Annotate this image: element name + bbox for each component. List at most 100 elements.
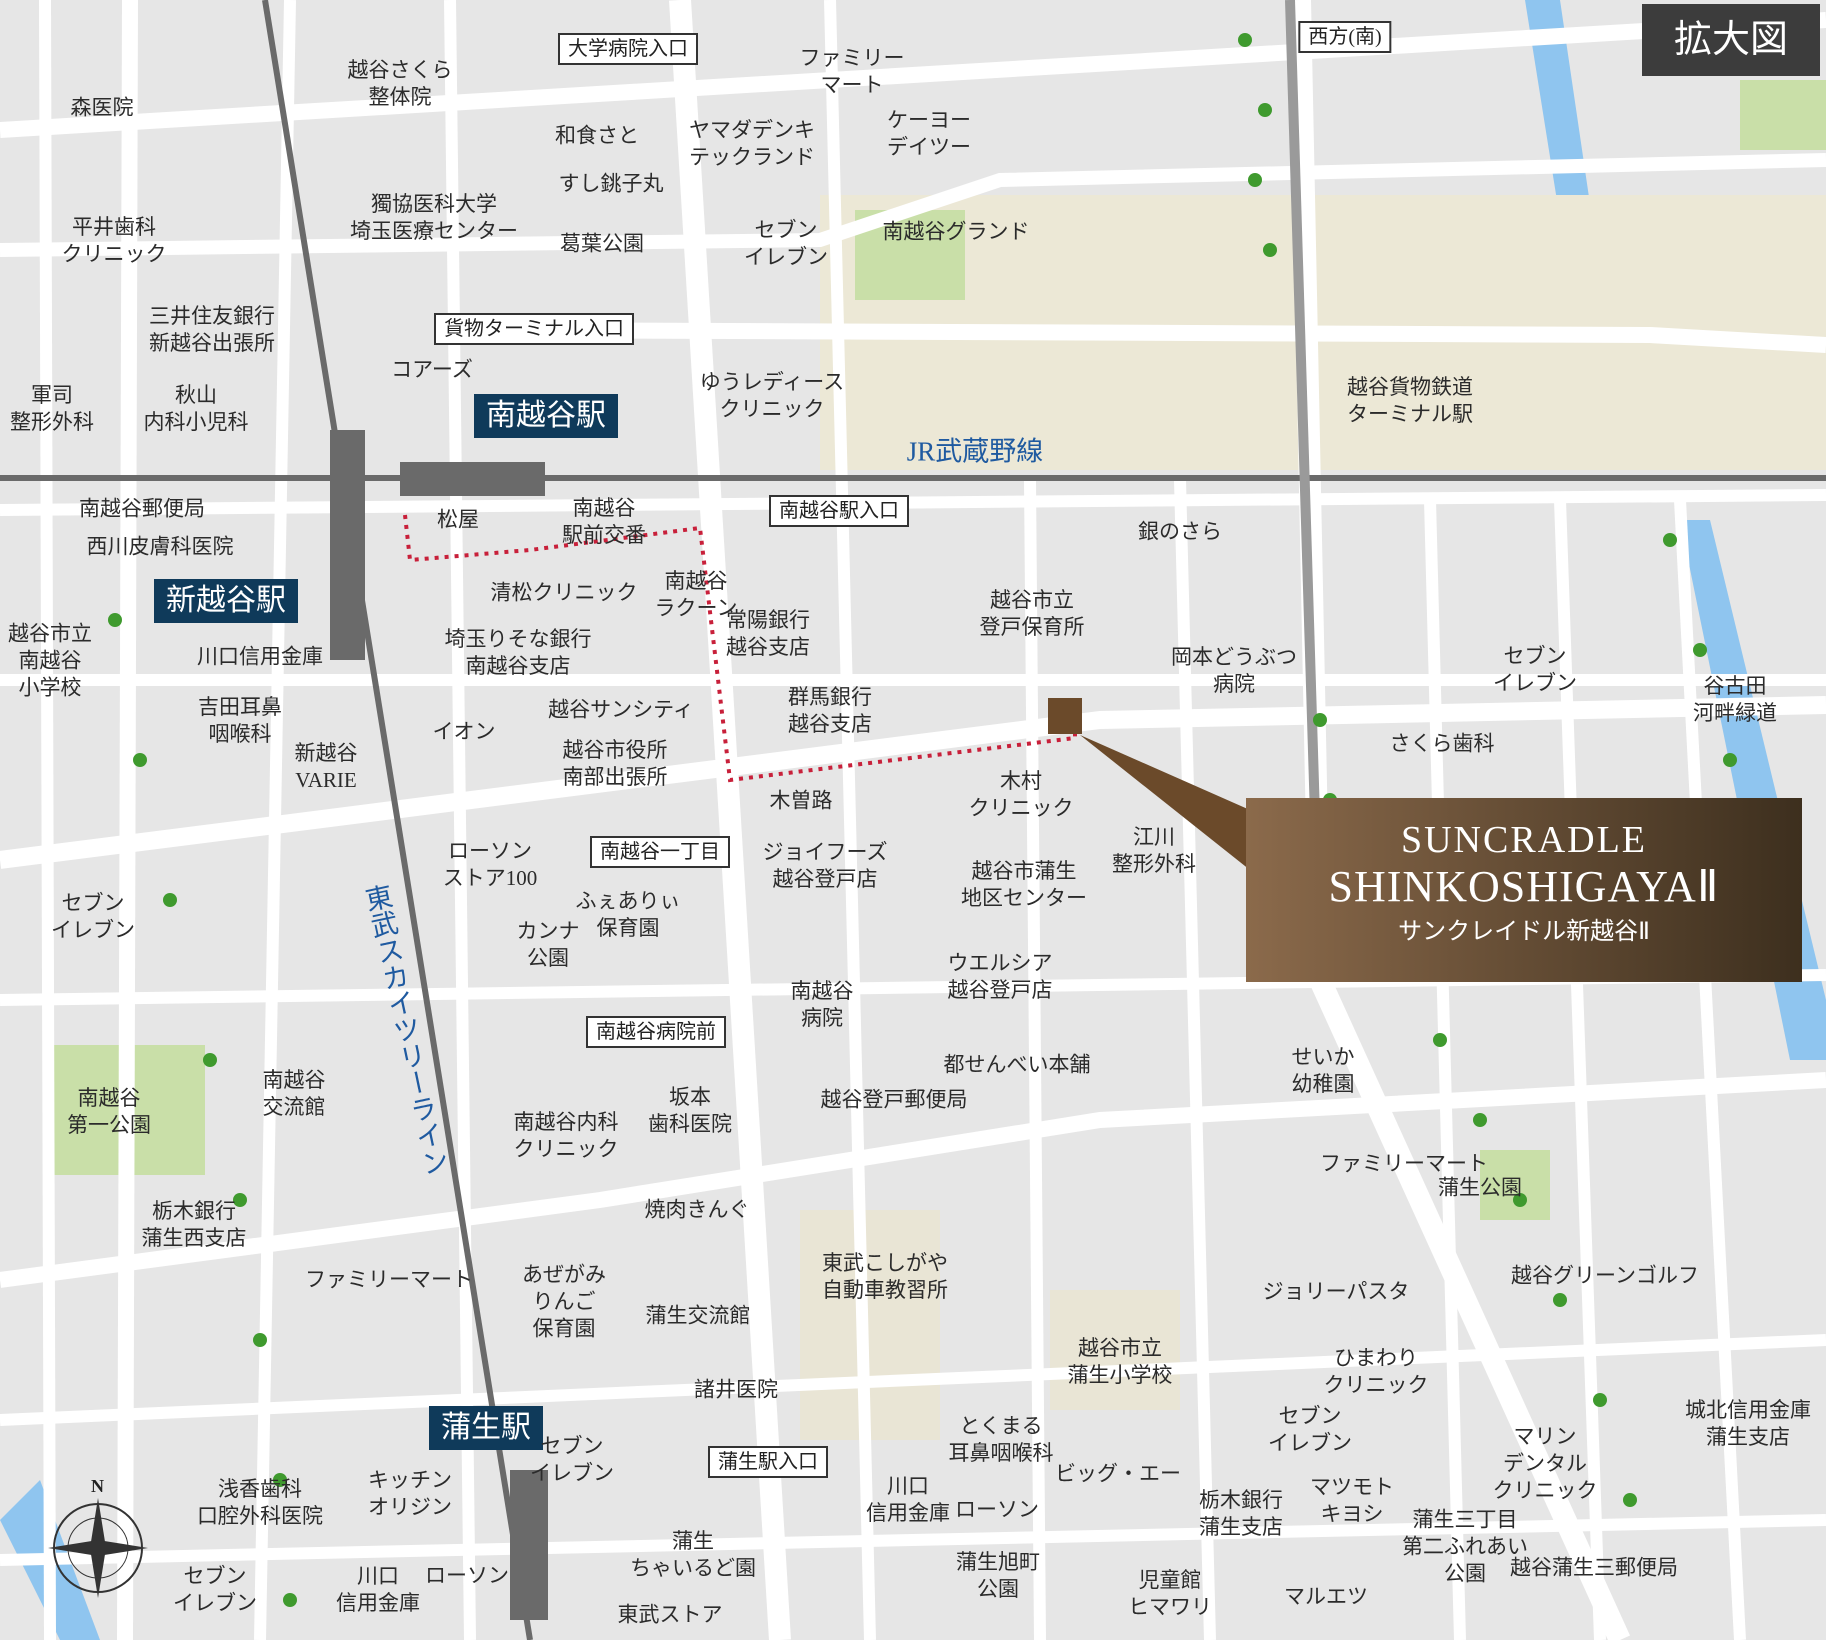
place-label: 蒲生公園 — [1438, 1175, 1522, 1200]
place-label: セブン イレブン — [51, 891, 135, 942]
place-label: マルエツ — [1284, 1584, 1368, 1609]
place-label: 南越谷 交流館 — [262, 1068, 326, 1119]
place-label: 越谷サンシティ — [548, 697, 694, 722]
park-northeast — [1740, 80, 1826, 150]
place-label: 越谷市立 南越谷 小学校 — [8, 621, 92, 700]
place-label: 南越谷内科 クリニック — [513, 1110, 619, 1161]
place-label: 都せんべい本舗 — [943, 1052, 1091, 1077]
place-label: 川口 信用金庫 — [866, 1474, 950, 1525]
place-label: 越谷さくら 整体院 — [347, 58, 453, 109]
compass-north-label: N — [91, 1476, 104, 1496]
place-label: ファミリーマート — [1320, 1151, 1488, 1176]
place-label: 江川 整形外科 — [1112, 825, 1196, 876]
place-label: セブン イレブン — [1268, 1404, 1352, 1455]
place-label: ジョイフーズ 越谷登戸店 — [762, 840, 888, 891]
place-label: 森医院 — [70, 95, 134, 120]
place-label: 越谷蒲生三郵便局 — [1510, 1555, 1678, 1580]
place-label: 岡本どうぶつ 病院 — [1171, 645, 1297, 696]
place-label: セブン イレブン — [744, 218, 828, 269]
place-label: 栃木銀行 蒲生西支店 — [141, 1199, 247, 1250]
place-label: マリン デンタル クリニック — [1492, 1424, 1598, 1503]
place-label: 獨協医科大学 埼玉医療センター — [350, 192, 518, 243]
property-marker — [1048, 698, 1082, 734]
place-label: マツモト キヨシ — [1310, 1475, 1394, 1526]
place-label: セブン イレブン — [530, 1434, 614, 1485]
place-label: ジョリーパスタ — [1262, 1279, 1410, 1304]
minami-koshigaya-platform — [400, 462, 545, 496]
place-label: セブン イレブン — [1493, 644, 1577, 695]
place-label: 蒲生交流館 — [645, 1303, 751, 1328]
place-label: 谷古田 河畔緑道 — [1693, 674, 1777, 725]
place-label: ウエルシア 越谷登戸店 — [947, 951, 1053, 1002]
place-label: ふぇありぃ 保育園 — [575, 889, 681, 940]
place-label: ローソン — [955, 1497, 1039, 1522]
place-label: 越谷市蒲生 地区センター — [961, 859, 1087, 910]
place-label: 越谷登戸郵便局 — [820, 1087, 968, 1112]
place-label: 浅香歯科 口腔外科医院 — [197, 1477, 323, 1528]
place-label: ローソン — [425, 1563, 509, 1588]
place-label: 銀のさら — [1138, 519, 1222, 544]
station-gamo: 蒲生駅 — [429, 1406, 543, 1450]
place-label: ゆうレディース クリニック — [699, 370, 845, 421]
place-label: 三井住友銀行 新越谷出張所 — [149, 304, 275, 355]
intersection-label: 南越谷一丁目 — [590, 836, 730, 868]
place-label: キッチン オリジン — [368, 1468, 452, 1519]
place-label: すし銚子丸 — [558, 171, 664, 196]
property-name-en-line2: SHINKOSHIGAYAⅡ — [1328, 862, 1720, 911]
intersection-label: 貨物ターミナル入口 — [434, 313, 634, 345]
place-label: 焼肉きんぐ — [644, 1197, 750, 1222]
place-label: コアーズ — [391, 357, 473, 382]
place-label: ビッグ・エー — [1055, 1461, 1181, 1486]
place-label: イオン — [432, 719, 496, 744]
place-label: 城北信用金庫 蒲生支店 — [1685, 1398, 1811, 1449]
place-label: カンナ 公園 — [516, 919, 580, 970]
intersection-label: 蒲生駅入口 — [708, 1446, 828, 1478]
intersection-label: 南越谷病院前 — [586, 1016, 726, 1048]
place-label: 清松クリニック — [490, 580, 638, 605]
line-jr-musashino: JR武蔵野線 — [906, 436, 1044, 467]
place-label: 西川皮膚科医院 — [86, 534, 234, 559]
place-label: 越谷市立 蒲生小学校 — [1067, 1336, 1173, 1387]
place-label: 平井歯科 クリニック — [61, 215, 167, 266]
place-label: とくまる 耳鼻咽喉科 — [948, 1414, 1054, 1465]
property-name-ja: サンクレイドル新越谷Ⅱ — [1398, 919, 1650, 945]
place-label: 南越谷 病院 — [790, 979, 854, 1030]
map-canvas: 拡大図 SUNCRADLE SHINKOSHIGAYAⅡ サンクレイドル新越谷Ⅱ… — [0, 0, 1826, 1640]
place-label: 蒲生旭町 公園 — [956, 1550, 1040, 1601]
place-label: 南越谷 駅前交番 — [562, 496, 646, 547]
place-label: 松屋 — [437, 507, 479, 532]
place-label: 軍司 整形外科 — [10, 383, 94, 434]
place-label: 東武ストア — [617, 1602, 723, 1627]
place-label: 葛葉公園 — [560, 231, 644, 256]
place-label: 川口 信用金庫 — [336, 1564, 420, 1615]
place-label: ケーヨー デイツー — [887, 108, 971, 159]
place-label: 越谷市立 登戸保育所 — [979, 588, 1085, 639]
place-label: セブン イレブン — [173, 1564, 257, 1615]
place-label: 常陽銀行 越谷支店 — [726, 608, 810, 659]
enlarged-map-badge: 拡大図 — [1641, 4, 1820, 76]
place-label: ファミリーマート — [305, 1267, 473, 1292]
place-label: 南越谷郵便局 — [79, 496, 205, 521]
place-label: 児童館 ヒマワリ — [1128, 1568, 1212, 1619]
place-label: 埼玉りそな銀行 南越谷支店 — [444, 627, 592, 678]
place-label: ローソン ストア100 — [442, 839, 538, 890]
place-label: 蒲生 ちゃいるど園 — [630, 1529, 756, 1580]
gamo-platform — [510, 1470, 548, 1620]
place-label: あぜがみ りんご 保育園 — [522, 1262, 606, 1341]
station-minami-koshigaya: 南越谷駅 — [474, 394, 618, 438]
place-label: さくら歯科 — [1389, 731, 1495, 756]
shin-koshigaya-platform — [330, 430, 365, 660]
place-label: 南越谷グランド — [882, 219, 1030, 244]
property-callout: SUNCRADLE SHINKOSHIGAYAⅡ サンクレイドル新越谷Ⅱ — [1246, 798, 1802, 982]
place-label: 越谷貨物鉄道 ターミナル駅 — [1347, 375, 1473, 426]
place-label: せいか 幼稚園 — [1291, 1045, 1355, 1096]
intersection-label: 南越谷駅入口 — [769, 495, 909, 527]
place-label: 和食さと — [555, 123, 639, 148]
place-label: 栃木銀行 蒲生支店 — [1199, 1488, 1283, 1539]
place-label: 南越谷 第一公園 — [67, 1086, 151, 1137]
place-label: ヤマダデンキ テックランド — [689, 118, 815, 169]
place-label: 秋山 内科小児科 — [143, 383, 249, 434]
place-label: 木村 クリニック — [968, 769, 1074, 820]
intersection-label: 西方(南) — [1298, 21, 1392, 53]
place-label: 越谷市役所 南部出張所 — [562, 738, 668, 789]
